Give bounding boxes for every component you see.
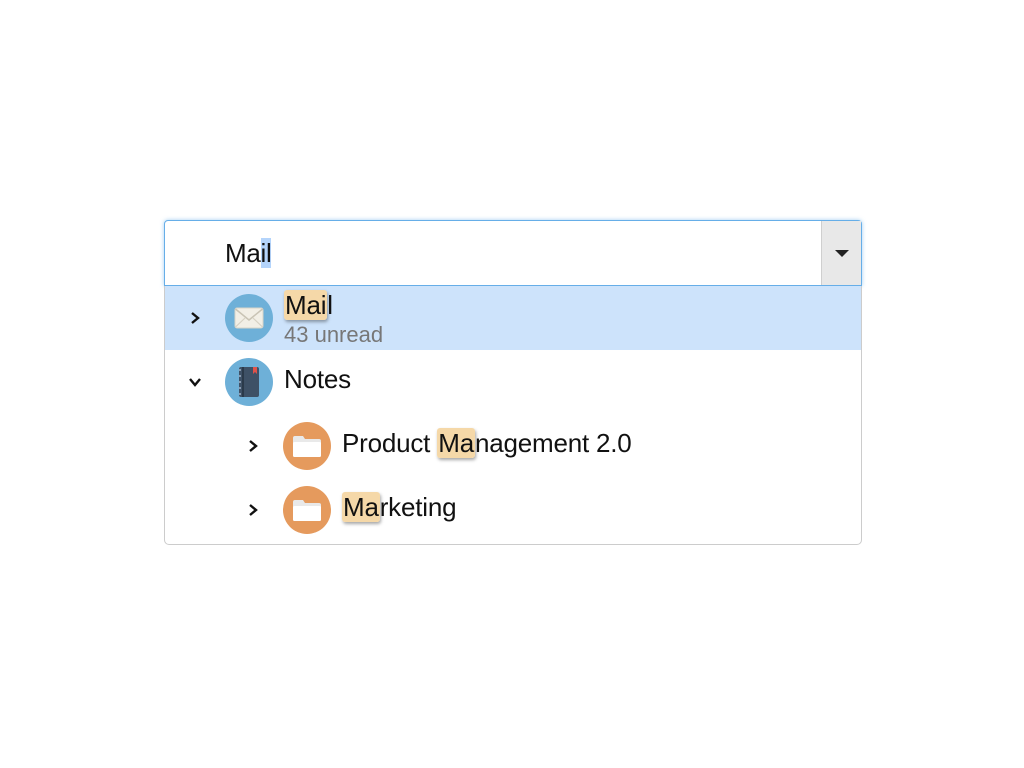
tree-item-marketing[interactable]: Marketing <box>165 478 861 542</box>
tree-item-label: Marketing <box>342 492 457 523</box>
dropdown-toggle-button[interactable] <box>821 221 861 285</box>
label-rest: l <box>327 290 333 320</box>
tree-dropdown-list: Mail 43 unread Notes Product Management … <box>164 286 862 545</box>
label-after: nagement 2.0 <box>474 428 632 458</box>
caret-down-icon <box>834 249 849 257</box>
tree-item-label: Mail <box>284 290 333 321</box>
folder-icon <box>283 422 331 470</box>
tree-item-product-management[interactable]: Product Management 2.0 <box>165 414 861 478</box>
envelope-icon <box>225 294 273 342</box>
label-after: rketing <box>379 492 457 522</box>
unread-count: 43 unread <box>284 322 384 347</box>
tree-item-mail[interactable]: Mail 43 unread <box>165 286 861 350</box>
chevron-down-icon[interactable] <box>187 374 203 390</box>
match-highlight: Mai <box>284 290 328 320</box>
chevron-right-icon[interactable] <box>187 310 203 326</box>
input-value-prefix: Ma <box>225 238 261 268</box>
chevron-right-icon[interactable] <box>245 502 261 518</box>
tree-item-label: Product Management 2.0 <box>342 428 632 459</box>
tree-item-label: Notes <box>284 364 351 394</box>
input-value-selection: il <box>260 238 272 268</box>
tree-item-notes[interactable]: Notes <box>165 350 861 414</box>
tree-combobox: Mail Mail 43 unread Notes Product Manage… <box>164 220 862 545</box>
match-highlight: Ma <box>342 492 380 522</box>
folder-icon <box>283 486 331 534</box>
search-input[interactable]: Mail <box>164 220 862 286</box>
chevron-right-icon[interactable] <box>245 438 261 454</box>
match-highlight: Ma <box>437 428 475 458</box>
notebook-icon <box>225 358 273 406</box>
label-before: Product <box>342 428 438 458</box>
search-input-text: Mail <box>225 238 272 269</box>
